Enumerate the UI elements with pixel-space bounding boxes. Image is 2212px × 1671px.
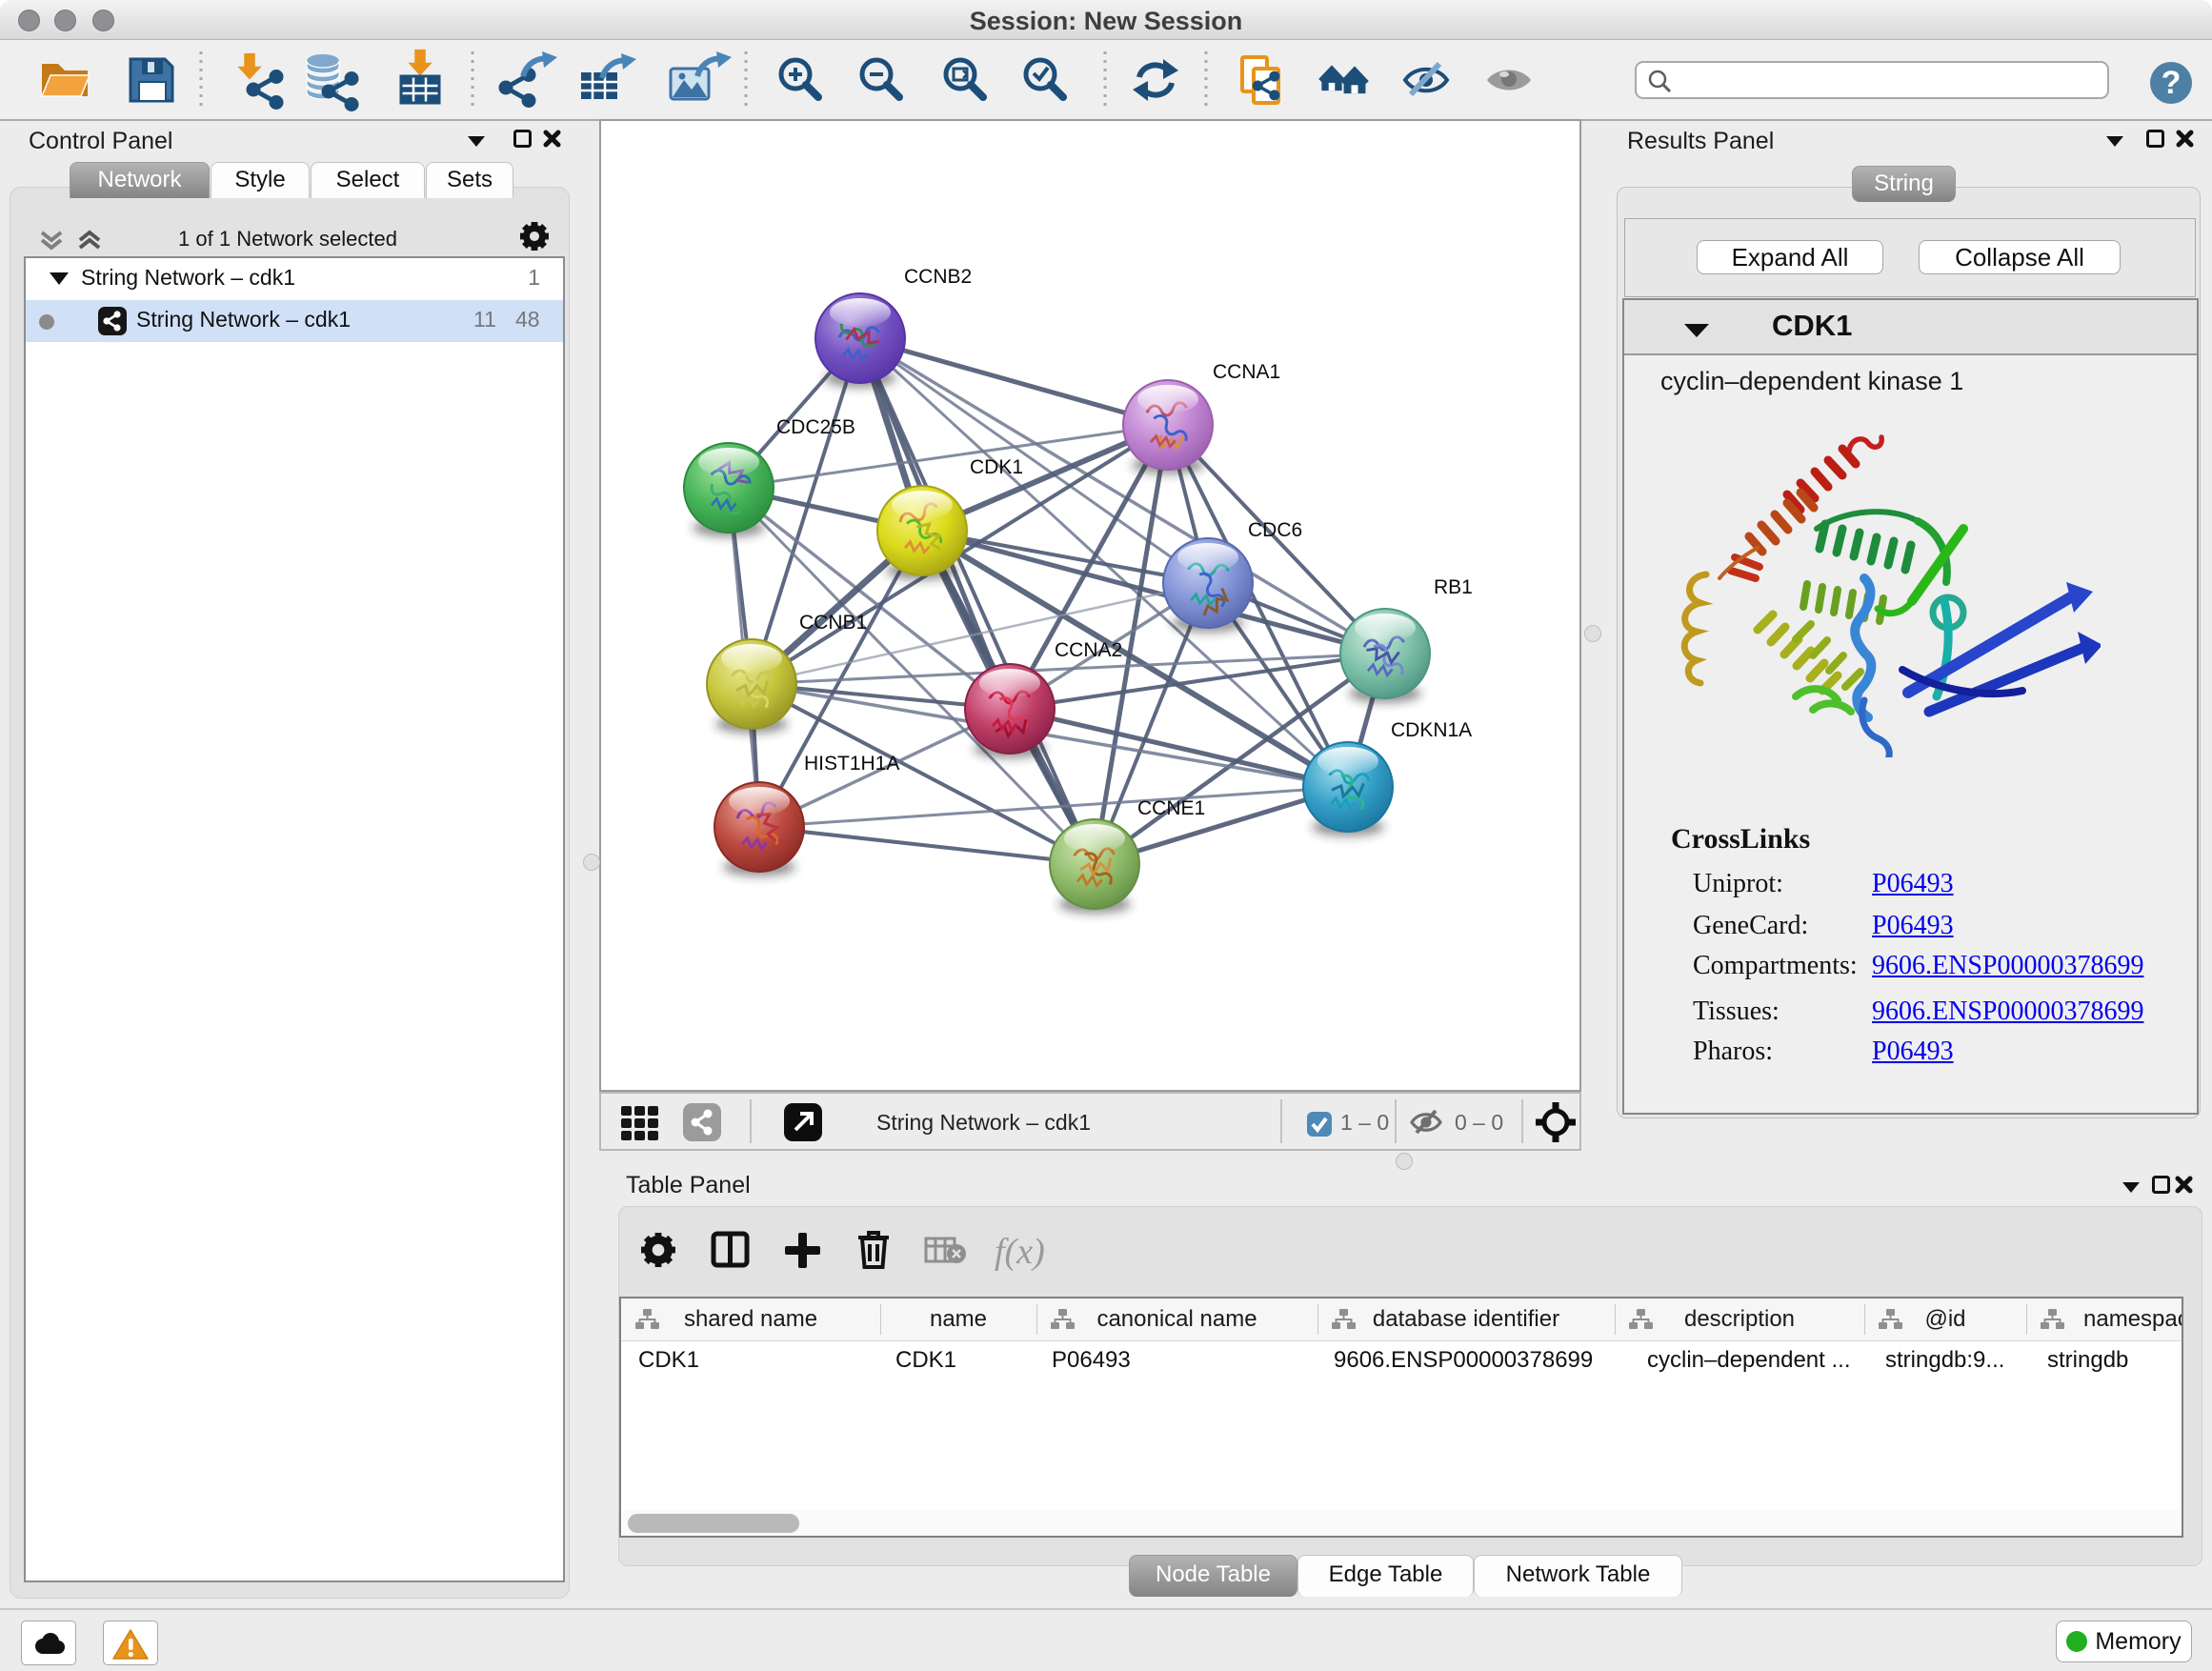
svg-text:CDC25B: CDC25B <box>776 416 855 438</box>
svg-text:CCNA1: CCNA1 <box>1213 361 1280 383</box>
svg-text:CDKN1A: CDKN1A <box>1391 719 1472 741</box>
svg-text:CDC6: CDC6 <box>1248 519 1302 541</box>
svg-text:HIST1H1A: HIST1H1A <box>804 753 899 775</box>
svg-text:CCNB1: CCNB1 <box>799 612 867 634</box>
svg-text:CCNB2: CCNB2 <box>904 266 972 288</box>
svg-text:CCNE1: CCNE1 <box>1137 797 1205 819</box>
svg-text:CDK1: CDK1 <box>970 456 1023 478</box>
svg-text:CCNA2: CCNA2 <box>1055 639 1122 661</box>
svg-text:RB1: RB1 <box>1434 576 1473 598</box>
